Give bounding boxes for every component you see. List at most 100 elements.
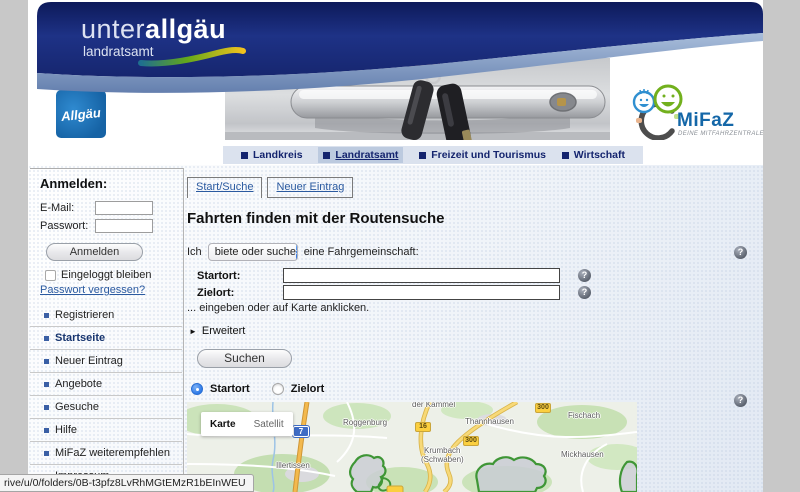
search-button[interactable]: Suchen xyxy=(197,349,292,368)
status-url-tooltip: rive/u/0/folders/0B-t3pfz8LvRhMGtEMzR1bE… xyxy=(0,474,254,492)
map-label-roggenburg: Roggenburg xyxy=(343,418,387,427)
nav-bullet-icon xyxy=(241,152,248,159)
menu-bullet-icon xyxy=(44,313,49,318)
start-input[interactable] xyxy=(283,268,560,283)
nav-label: Wirtschaft xyxy=(574,149,625,161)
map-type-control: Karte Satellit xyxy=(201,412,293,436)
remember-label: Eingeloggt bleiben xyxy=(61,269,152,281)
select-stepper-icon xyxy=(296,244,298,260)
map-mode-radio-row: Startort Zielort xyxy=(191,383,324,395)
nav-bullet-icon xyxy=(419,152,426,159)
help-icon-map[interactable]: ? xyxy=(734,394,747,407)
destination-input[interactable] xyxy=(283,285,560,300)
tab-start-suche[interactable]: Start/Suche xyxy=(187,177,262,198)
browser-page: unterallgäu landratsamt Allgäu MiFaZ DEI… xyxy=(28,0,763,492)
map-label-krumbach: Krumbach xyxy=(424,446,460,455)
menu-bullet-icon xyxy=(44,405,49,410)
map-badge-b300: 300 xyxy=(463,436,479,446)
menu-bullet-icon xyxy=(44,451,49,456)
password-field[interactable] xyxy=(95,219,153,233)
map-type-satellit-button[interactable]: Satellit xyxy=(245,419,293,430)
menu-label: Neuer Eintrag xyxy=(55,355,123,367)
sidebar-menu: Registrieren Startseite Neuer Eintrag An… xyxy=(30,304,182,488)
radio-startort-label: Startort xyxy=(210,383,250,395)
nav-label: Landratsamt xyxy=(335,149,398,161)
map-badge-b16: 16 xyxy=(415,422,431,432)
sidebar-item-neuer-eintrag[interactable]: Neuer Eintrag xyxy=(30,350,182,373)
radio-zielort[interactable] xyxy=(272,383,284,395)
sidebar-item-hilfe[interactable]: Hilfe xyxy=(30,419,182,442)
map-badge-b300-top: 300 xyxy=(535,403,551,413)
allgaeu-logo-text: Allgäu xyxy=(60,104,101,123)
menu-label: Angebote xyxy=(55,378,102,390)
radio-zielort-label: Zielort xyxy=(291,383,325,395)
content-tabs: Start/Suche Neuer Eintrag xyxy=(187,177,358,198)
help-icon-ride-type[interactable]: ? xyxy=(734,246,747,259)
sidebar-item-startseite[interactable]: Startseite xyxy=(30,327,182,350)
nav-item-landkreis[interactable]: Landkreis xyxy=(241,149,303,161)
ride-type-selected-value: biete oder suche xyxy=(209,244,296,260)
route-map[interactable]: der Kammel Roggenburg Thannhausen Fischa… xyxy=(187,402,637,492)
radio-startort[interactable] xyxy=(191,383,203,395)
sidebar-item-angebote[interactable]: Angebote xyxy=(30,373,182,396)
expand-arrow-icon: ► xyxy=(189,327,197,336)
sidebar-item-mifaz-weiterempfehlen[interactable]: MiFaZ weiterempfehlen xyxy=(30,442,182,465)
menu-label: Gesuche xyxy=(55,401,99,413)
forgot-password-link[interactable]: Passwort vergessen? xyxy=(40,284,182,296)
menu-bullet-icon xyxy=(44,336,49,341)
password-row: Passwort: xyxy=(40,219,182,233)
page-title: Fahrten finden mit der Routensuche xyxy=(187,210,445,227)
mifaz-logo[interactable]: MiFaZ DEINE MITFAHRZENTRALE xyxy=(628,84,763,140)
menu-label: Registrieren xyxy=(55,309,114,321)
email-row: E-Mail: xyxy=(40,201,182,215)
map-type-karte-button[interactable]: Karte xyxy=(201,419,245,430)
map-label-illertissen: Illertissen xyxy=(276,461,310,470)
sidebar-vertical-divider xyxy=(183,168,184,492)
remember-row: Eingeloggt bleiben xyxy=(45,269,182,281)
nav-bullet-icon xyxy=(323,152,330,159)
map-label-kammel: der Kammel xyxy=(412,402,455,409)
allgaeu-logo[interactable]: Allgäu xyxy=(56,90,106,138)
advanced-label: Erweitert xyxy=(202,325,245,337)
nav-item-landratsamt[interactable]: Landratsamt xyxy=(318,147,403,163)
map-label-mickhausen: Mickhausen xyxy=(561,450,604,459)
logo-word-light: unter xyxy=(81,14,145,44)
advanced-expander[interactable]: ► Erweitert xyxy=(189,325,245,337)
menu-bullet-icon xyxy=(44,359,49,364)
header-photo-car-keys xyxy=(225,58,610,140)
help-icon-start[interactable]: ? xyxy=(578,269,591,282)
ride-type-select[interactable]: biete oder suche xyxy=(208,243,298,261)
map-hint-text: ... eingeben oder auf Karte anklicken. xyxy=(187,302,369,314)
mifaz-wordmark: MiFaZ xyxy=(677,110,734,132)
destination-label: Zielort: xyxy=(197,287,234,299)
menu-label: Hilfe xyxy=(55,424,77,436)
map-label-thannhausen: Thannhausen xyxy=(465,417,514,426)
logo-word-bold: allgäu xyxy=(145,14,226,44)
login-button[interactable]: Anmelden xyxy=(46,243,143,261)
start-label: Startort: xyxy=(197,270,240,282)
email-label: E-Mail: xyxy=(40,202,95,214)
tab-neuer-eintrag[interactable]: Neuer Eintrag xyxy=(267,177,353,198)
site-logo-wordmark: unterallgäu xyxy=(81,14,226,45)
nav-item-freizeit-und-tourismus[interactable]: Freizeit und Tourismus xyxy=(419,149,546,161)
menu-bullet-icon xyxy=(44,382,49,387)
nav-bullet-icon xyxy=(562,152,569,159)
car-door-photo-graphic xyxy=(225,58,610,140)
sidebar: Anmelden: E-Mail: Passwort: Anmelden Ein… xyxy=(30,176,182,492)
site-logo-subtitle: landratsamt xyxy=(83,44,154,59)
remember-checkbox[interactable] xyxy=(45,270,56,281)
main-navbar: Landkreis Landratsamt Freizeit und Touri… xyxy=(223,146,643,164)
sentence-prefix: Ich xyxy=(187,246,202,258)
email-field[interactable] xyxy=(95,201,153,215)
help-icon-destination[interactable]: ? xyxy=(578,286,591,299)
ride-type-row: Ich biete oder suche eine Fahrgemeinscha… xyxy=(187,243,419,261)
map-label-fischach: Fischach xyxy=(568,411,600,420)
sidebar-item-registrieren[interactable]: Registrieren xyxy=(30,304,182,327)
nav-label: Freizeit und Tourismus xyxy=(431,149,546,161)
map-badge-a7: 7 xyxy=(293,426,309,437)
sidebar-item-gesuche[interactable]: Gesuche xyxy=(30,396,182,419)
menu-bullet-icon xyxy=(44,428,49,433)
mifaz-tagline: DEINE MITFAHRZENTRALE xyxy=(678,131,764,137)
nav-item-wirtschaft[interactable]: Wirtschaft xyxy=(562,149,625,161)
map-label-krumbach-2: (Schwaben) xyxy=(421,455,464,464)
